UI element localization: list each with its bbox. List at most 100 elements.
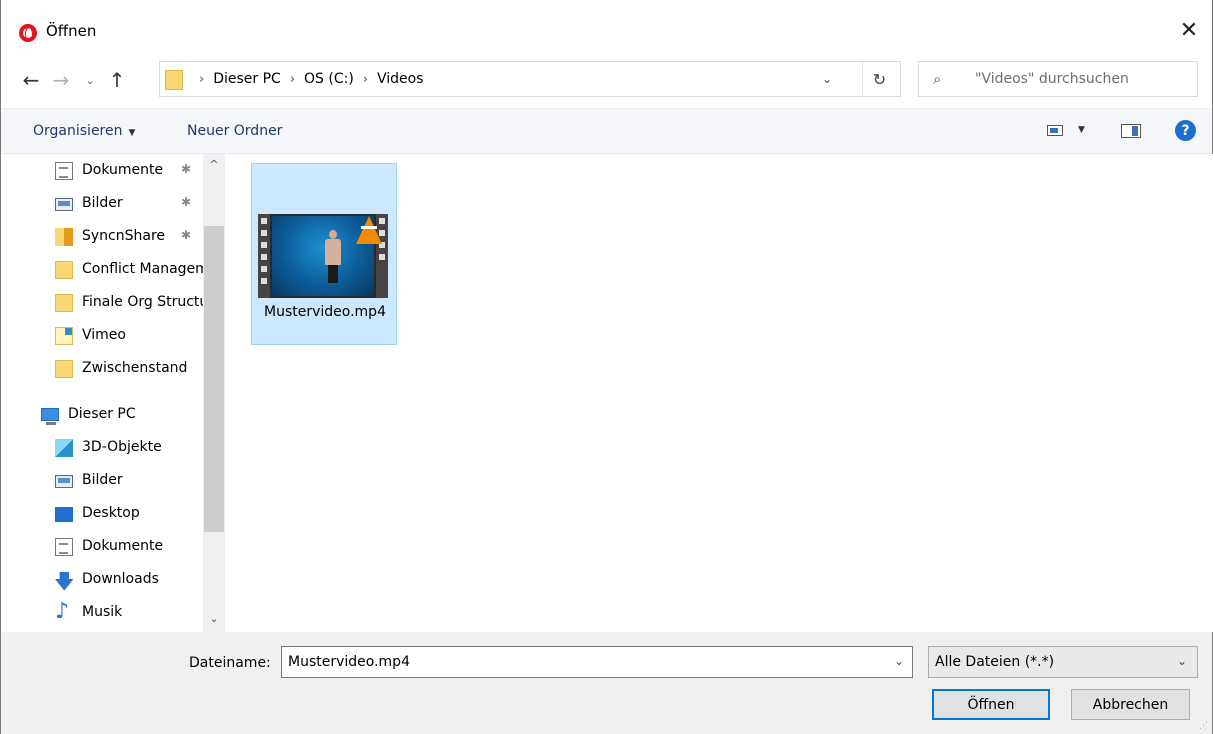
folder-icon xyxy=(55,360,73,378)
this-pc-icon xyxy=(41,408,59,425)
pin-icon: ✱ xyxy=(181,228,192,242)
navigation-bar: ← → ⌄ ↑ › Dieser PC › OS (C:) › Videos ⌄… xyxy=(1,58,1212,104)
sidebar-item-downloads[interactable]: Downloads xyxy=(1,564,203,597)
sidebar-item-dokumente[interactable]: Dokumente xyxy=(1,531,203,564)
help-icon[interactable]: ? xyxy=(1175,120,1196,141)
sidebar-item-bilder[interactable]: Bilder xyxy=(1,465,203,498)
navigation-pane: Dokumente ✱ Bilder ✱ SyncnShare ✱ Confli… xyxy=(1,154,225,632)
film-perforation xyxy=(261,242,267,248)
search-box[interactable]: ⌕ "Videos" durchsuchen xyxy=(918,61,1198,97)
3d-objects-icon xyxy=(55,439,73,457)
sidebar-item-label: Dokumente xyxy=(82,162,164,178)
folder-icon xyxy=(55,294,73,312)
pictures-icon xyxy=(55,475,73,488)
filename-field[interactable] xyxy=(282,647,882,677)
file-type-value: Alle Dateien (*.*) xyxy=(935,654,1055,670)
person-figure xyxy=(325,239,341,265)
breadcrumb-separator-icon[interactable]: › xyxy=(290,72,295,87)
documents-icon xyxy=(55,162,73,180)
folder-icon xyxy=(165,70,183,90)
pin-icon: ✱ xyxy=(181,195,192,209)
film-perforation xyxy=(261,266,267,272)
preview-pane-icon[interactable] xyxy=(1121,124,1141,138)
sidebar-item-musik[interactable]: Musik xyxy=(1,597,203,630)
sidebar-item-label: Dieser PC xyxy=(68,406,136,422)
folder-icon xyxy=(55,261,73,279)
film-perforation xyxy=(261,278,267,284)
opera-logo-icon xyxy=(19,24,37,42)
sidebar-item-label: Zwischenstand xyxy=(82,360,188,376)
sidebar-item-label: Vimeo xyxy=(82,327,126,343)
search-icon: ⌕ xyxy=(933,70,942,88)
address-dropdown-chevron-icon[interactable]: ⌄ xyxy=(814,62,840,96)
breadcrumb-this-pc[interactable]: Dieser PC xyxy=(213,71,281,87)
forward-button[interactable]: → xyxy=(49,66,73,94)
file-type-select[interactable]: Alle Dateien (*.*) ⌄ xyxy=(928,646,1198,678)
sidebar-item-conflict-management[interactable]: Conflict Management xyxy=(1,254,203,287)
sidebar-item-desktop[interactable]: Desktop xyxy=(1,498,203,531)
sidebar-item-label: Conflict Management xyxy=(82,261,203,277)
person-figure xyxy=(328,265,338,283)
close-button[interactable]: ✕ xyxy=(1166,10,1212,50)
sidebar-item-zwischenstand[interactable]: Zwischenstand xyxy=(1,353,203,386)
pictures-icon xyxy=(55,198,73,211)
film-perforation xyxy=(261,230,267,236)
sidebar-item-syncnshare[interactable]: SyncnShare ✱ xyxy=(1,221,203,254)
sidebar-item-3d-objekte[interactable]: 3D-Objekte xyxy=(1,432,203,465)
sidebar-item-label: Dokumente xyxy=(82,538,164,554)
sidebar-item-dokumente-pinned[interactable]: Dokumente ✱ xyxy=(1,155,203,188)
sidebar-item-label: SyncnShare xyxy=(82,228,166,244)
back-button[interactable]: ← xyxy=(19,66,43,94)
sidebar-item-bilder-pinned[interactable]: Bilder ✱ xyxy=(1,188,203,221)
view-options-caret-icon[interactable]: ▼ xyxy=(1078,125,1085,135)
breadcrumb-separator-icon[interactable]: › xyxy=(363,72,368,87)
chevron-down-icon: ⌄ xyxy=(1176,654,1187,668)
resize-grip-icon[interactable]: ⋰ xyxy=(1199,721,1208,731)
sidebar-item-label: Musik xyxy=(82,604,123,620)
film-perforation xyxy=(379,254,385,260)
film-perforation xyxy=(261,254,267,260)
person-figure xyxy=(329,230,337,239)
vimeo-folder-icon xyxy=(55,327,73,345)
downloads-icon xyxy=(54,567,75,597)
vlc-cone-icon xyxy=(356,216,382,244)
scrollbar-thumb[interactable] xyxy=(204,226,224,532)
up-button[interactable]: ↑ xyxy=(105,66,129,94)
chevron-down-icon[interactable]: ⌄ xyxy=(894,654,904,668)
sidebar-item-label: Finale Org Structure xyxy=(82,294,203,310)
sidebar-item-dieser-pc[interactable]: Dieser PC xyxy=(1,399,203,432)
new-folder-button[interactable]: Neuer Ordner xyxy=(187,123,282,139)
caret-down-icon: ▼ xyxy=(128,128,136,138)
breadcrumb-videos[interactable]: Videos xyxy=(377,71,424,87)
title-bar: Öffnen ✕ xyxy=(1,0,1212,58)
sidebar-item-label: Desktop xyxy=(82,505,140,521)
sidebar-item-vimeo[interactable]: Vimeo xyxy=(1,320,203,353)
cancel-button[interactable]: Abbrechen xyxy=(1071,689,1190,720)
sidebar-item-label: 3D-Objekte xyxy=(82,439,162,455)
sidebar-scrollbar[interactable]: ^ ⌄ xyxy=(203,154,225,632)
refresh-icon[interactable]: ↻ xyxy=(862,62,896,96)
file-list[interactable]: Mustervideo.mp4 xyxy=(225,154,1213,632)
recent-locations-chevron-icon[interactable]: ⌄ xyxy=(81,66,99,94)
filename-combobox[interactable]: ⌄ xyxy=(281,646,913,678)
organize-button[interactable]: Organisieren ▼ xyxy=(33,123,135,139)
breadcrumb-os-c[interactable]: OS (C:) xyxy=(304,71,354,87)
sidebar-item-finale-org-structure[interactable]: Finale Org Structure xyxy=(1,287,203,320)
scroll-up-icon[interactable]: ^ xyxy=(203,158,225,176)
organize-label: Organisieren xyxy=(33,123,123,139)
dialog-footer: Dateiname: ⌄ Alle Dateien (*.*) ⌄ Öffnen… xyxy=(1,632,1212,734)
search-input[interactable]: "Videos" durchsuchen xyxy=(975,71,1129,87)
breadcrumb-separator-icon: › xyxy=(199,71,205,87)
change-view-icon[interactable] xyxy=(1047,125,1063,136)
file-name: Mustervideo.mp4 xyxy=(264,304,386,320)
scroll-down-icon[interactable]: ⌄ xyxy=(203,612,225,630)
breadcrumb: › Dieser PC › OS (C:) › Videos xyxy=(190,62,424,96)
open-button[interactable]: Öffnen xyxy=(932,689,1050,720)
address-bar[interactable]: › Dieser PC › OS (C:) › Videos ⌄ ↻ xyxy=(159,61,901,97)
pin-icon: ✱ xyxy=(181,162,192,176)
file-item-mustervideo[interactable]: Mustervideo.mp4 xyxy=(251,163,397,345)
sidebar-item-label: Bilder xyxy=(82,472,123,488)
desktop-icon xyxy=(55,507,73,522)
documents-icon xyxy=(55,538,73,556)
music-icon xyxy=(55,599,73,624)
